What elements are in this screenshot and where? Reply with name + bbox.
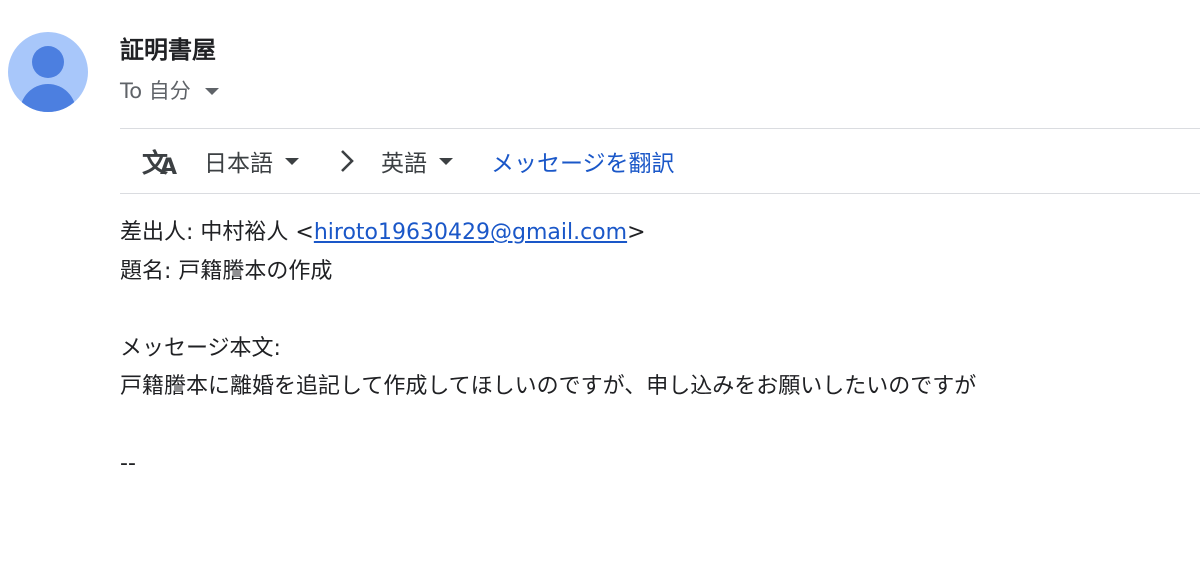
message-body: 差出人: 中村裕人 <hiroto19630429@gmail.com> 題名:… (120, 214, 976, 484)
sender-avatar[interactable] (8, 32, 88, 112)
from-label: 差出人: 中村裕人 < (120, 220, 314, 245)
subject-line: 題名: 戸籍謄本の作成 (120, 258, 333, 284)
body-label: メッセージ本文: (120, 335, 281, 361)
caret-down-icon (439, 157, 453, 165)
chevron-right-icon (339, 148, 355, 174)
email-view: 証明書屋 To 自分 文A 日本語 英語 メッセージを翻訳 差出人: 中村裕人 … (0, 0, 1200, 562)
avatar-head-shape (32, 46, 64, 78)
translate-bar: 文A 日本語 英語 メッセージを翻訳 (120, 128, 1200, 194)
sender-name: 証明書屋 (120, 36, 216, 64)
translate-icon: 文A (142, 149, 178, 180)
recipient-details-toggle[interactable]: To 自分 (120, 76, 219, 106)
source-language-label: 日本語 (204, 151, 273, 177)
from-line: 差出人: 中村裕人 <hiroto19630429@gmail.com> (120, 214, 976, 253)
target-language-label: 英語 (381, 151, 427, 177)
translate-message-link[interactable]: メッセージを翻訳 (491, 144, 675, 178)
caret-down-icon (285, 157, 299, 165)
recipient-label: To 自分 (120, 79, 191, 103)
target-language-select[interactable]: 英語 (381, 144, 453, 178)
signature-separator: -- (120, 451, 136, 476)
body-text: 戸籍謄本に離婚を追記して作成してほしいのですが、申し込みをお願いしたいのですが (120, 374, 977, 399)
from-suffix: > (627, 220, 646, 245)
sender-email-link[interactable]: hiroto19630429@gmail.com (314, 220, 627, 245)
source-language-select[interactable]: 日本語 (204, 144, 299, 178)
caret-down-icon (204, 87, 219, 95)
avatar-body-shape (20, 84, 76, 112)
